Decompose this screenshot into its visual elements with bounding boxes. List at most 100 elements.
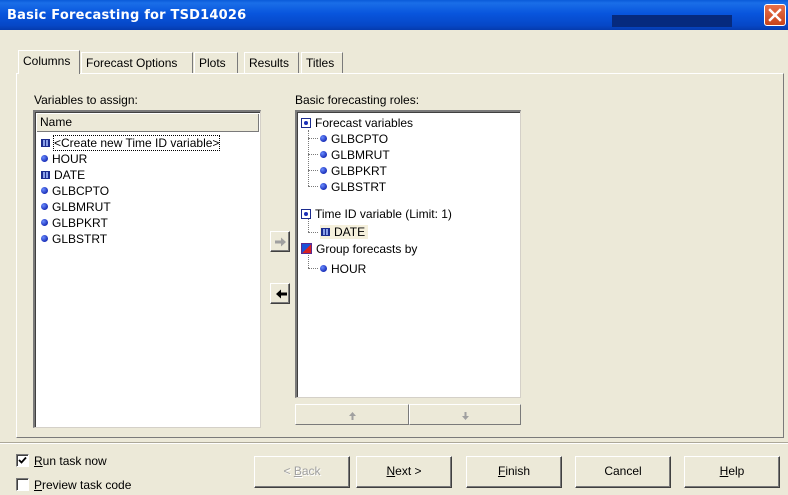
- back-button-mnemonic: B: [293, 464, 302, 478]
- back-button[interactable]: < Back: [254, 456, 350, 488]
- arrow-left-icon: [276, 289, 287, 299]
- variables-label: Variables to assign:: [34, 93, 138, 107]
- role-child-label: GLBCPTO: [331, 132, 389, 146]
- role-child-label: GLBMRUT: [331, 148, 390, 162]
- list-item[interactable]: <Create new Time ID variable>: [41, 135, 221, 151]
- role-child-item[interactable]: DATE: [320, 224, 369, 240]
- checkmark-icon: [18, 457, 27, 465]
- numeric-dot-icon: [320, 135, 327, 143]
- role-child-label: HOUR: [331, 262, 367, 276]
- arrow-right-icon: [275, 237, 286, 247]
- next-button[interactable]: Next >: [356, 456, 452, 488]
- cancel-button[interactable]: Cancel: [575, 456, 671, 488]
- column-header-name[interactable]: Name: [37, 114, 259, 132]
- role-child-label: DATE: [334, 225, 366, 239]
- numeric-dot-icon: [320, 167, 327, 175]
- remove-arrow-button[interactable]: [270, 283, 290, 304]
- close-icon: [768, 8, 782, 22]
- title-bar[interactable]: Basic Forecasting for TSD14026: [0, 0, 788, 30]
- cancel-button-label: Cancel: [604, 464, 642, 478]
- roles-label: Basic forecasting roles:: [295, 93, 420, 107]
- run-task-now-mnemonic: R: [34, 454, 43, 468]
- role-child-item[interactable]: GLBCPTO: [320, 131, 388, 147]
- tree-connector: [308, 154, 318, 155]
- window-title: Basic Forecasting for TSD14026: [7, 8, 247, 23]
- close-button[interactable]: [764, 4, 786, 26]
- checkbox-box[interactable]: [16, 454, 29, 468]
- back-button-prefix: <: [283, 464, 294, 478]
- run-task-now-label: un task now: [42, 454, 107, 468]
- list-item[interactable]: GLBPKRT: [41, 215, 108, 231]
- role-child-item[interactable]: GLBSTRT: [320, 179, 386, 195]
- footer-divider: [0, 442, 788, 444]
- role-child-item[interactable]: GLBMRUT: [320, 147, 390, 163]
- role-icon: [301, 117, 311, 128]
- group-by-icon: [301, 243, 312, 255]
- tab-forecast-options-label: Forecast Options: [86, 56, 178, 70]
- numeric-dot-icon: [41, 187, 48, 195]
- list-item-label: GLBPKRT: [52, 216, 108, 230]
- run-task-now-checkbox[interactable]: Run task now: [16, 453, 107, 469]
- roles-tree-frame: Forecast variables GLBCPTO GLBMRUT GLBPK…: [297, 112, 520, 397]
- role-child-label: GLBSTRT: [331, 180, 387, 194]
- tab-titles[interactable]: Titles: [301, 52, 343, 73]
- tree-connector: [308, 138, 318, 139]
- list-item-label: <Create new Time ID variable>: [52, 135, 221, 151]
- role-child-highlight: DATE: [320, 225, 369, 239]
- tab-columns-label: Columns: [23, 54, 71, 68]
- tab-results-label: Results: [249, 56, 290, 70]
- move-up-button[interactable]: [295, 404, 409, 425]
- finish-button-label: inish: [505, 464, 531, 478]
- next-button-mnemonic: N: [386, 464, 396, 478]
- help-button[interactable]: Help: [684, 456, 780, 488]
- list-item-label: HOUR: [52, 152, 88, 166]
- assign-arrow-button[interactable]: [270, 231, 290, 252]
- role-forecast-variables[interactable]: Forecast variables: [301, 115, 413, 131]
- list-item-label: GLBSTRT: [52, 232, 108, 246]
- finish-button[interactable]: Finish: [466, 456, 562, 488]
- numeric-dot-icon: [41, 203, 48, 211]
- numeric-dot-icon: [320, 151, 327, 159]
- variables-listbox-frame: Name <Create new Time ID variable> HOUR …: [35, 112, 260, 427]
- role-label: Time ID variable (Limit: 1): [315, 207, 452, 221]
- list-item[interactable]: HOUR: [41, 151, 87, 167]
- date-grid-icon: [321, 227, 330, 236]
- arrow-down-icon: [462, 412, 469, 420]
- tab-forecast-options[interactable]: Forecast Options: [81, 52, 193, 73]
- role-time-id[interactable]: Time ID variable (Limit: 1): [301, 206, 452, 222]
- next-button-label: ext >: [395, 464, 422, 478]
- tab-titles-label: Titles: [306, 56, 335, 70]
- date-grid-icon: [41, 138, 50, 147]
- roles-tree[interactable]: Forecast variables GLBCPTO GLBMRUT GLBPK…: [295, 110, 521, 398]
- role-label: Forecast variables: [315, 116, 414, 130]
- list-item[interactable]: GLBMRUT: [41, 199, 111, 215]
- tree-connector: [308, 186, 318, 187]
- tab-columns[interactable]: Columns: [18, 50, 80, 74]
- list-item[interactable]: GLBSTRT: [41, 231, 107, 247]
- variables-listbox[interactable]: Name <Create new Time ID variable> HOUR …: [33, 110, 261, 428]
- numeric-dot-icon: [320, 183, 327, 191]
- role-group-by[interactable]: Group forecasts by: [301, 241, 417, 257]
- dialog-window: Basic Forecasting for TSD14026 Columns F…: [0, 0, 788, 495]
- move-down-button[interactable]: [409, 404, 521, 425]
- tab-plots-label: Plots: [199, 56, 226, 70]
- title-bar-strip: [612, 15, 732, 27]
- preview-task-code-checkbox[interactable]: Preview task code: [16, 477, 131, 493]
- list-item[interactable]: GLBCPTO: [41, 183, 109, 199]
- role-icon: [301, 208, 311, 219]
- numeric-dot-icon: [41, 155, 48, 163]
- list-item-label: GLBCPTO: [52, 184, 110, 198]
- tree-connector: [308, 268, 318, 269]
- arrow-up-icon: [349, 412, 356, 420]
- checkbox-box[interactable]: [16, 478, 29, 492]
- role-child-item[interactable]: GLBPKRT: [320, 163, 387, 179]
- preview-task-code-mnemonic: P: [34, 478, 43, 492]
- list-item[interactable]: DATE: [41, 167, 85, 183]
- list-item-label: GLBMRUT: [52, 200, 111, 214]
- numeric-dot-icon: [41, 219, 48, 227]
- role-child-item[interactable]: HOUR: [320, 261, 366, 277]
- back-button-label: ack: [301, 464, 321, 478]
- tab-results[interactable]: Results: [244, 52, 299, 73]
- numeric-dot-icon: [320, 265, 327, 273]
- tab-plots[interactable]: Plots: [194, 52, 238, 73]
